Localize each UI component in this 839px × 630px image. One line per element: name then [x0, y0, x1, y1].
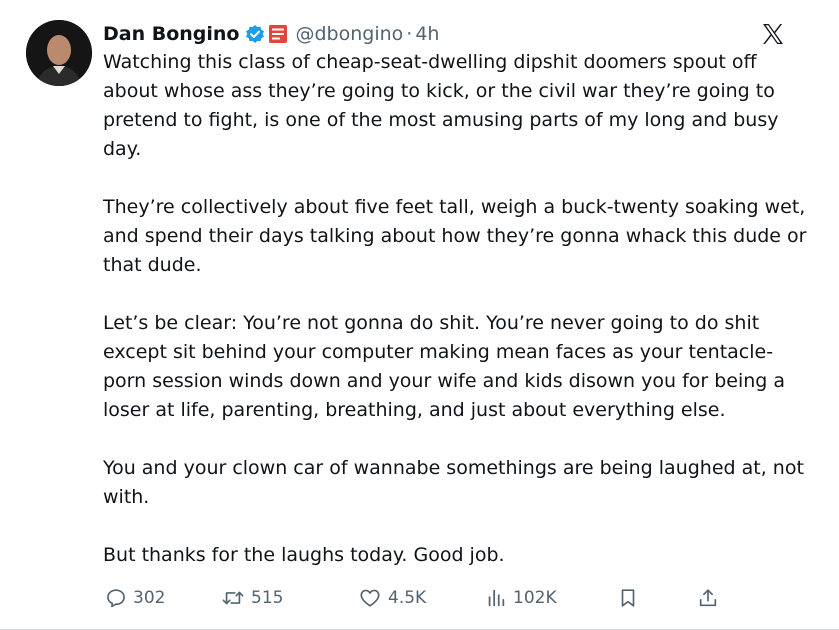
heart-icon	[360, 589, 380, 607]
views-count: 102K	[513, 588, 557, 608]
action-bar: 302 515 4.5K 102K	[101, 583, 731, 613]
tweet-paragraph: They’re collectively about five feet tal…	[103, 196, 807, 276]
separator-dot: ·	[406, 23, 413, 45]
views-button[interactable]: 102K	[485, 583, 557, 613]
bookmark-button[interactable]	[617, 583, 639, 613]
share-icon	[699, 589, 717, 607]
tweet-header: Dan Bongino @dbongino · 4h	[103, 20, 439, 48]
bookmark-icon	[621, 589, 635, 607]
tweet-paragraph: Let’s be clear: You’re not gonna do shit…	[103, 312, 786, 421]
repost-count: 515	[251, 588, 284, 608]
avatar[interactable]	[26, 20, 92, 86]
repost-icon	[222, 591, 244, 605]
author-name[interactable]: Dan Bongino	[103, 23, 240, 45]
affiliate-badge-icon[interactable]	[268, 24, 288, 44]
tweet-paragraph: But thanks for the laughs today. Good jo…	[103, 544, 505, 566]
share-button[interactable]	[697, 583, 719, 613]
tweet-paragraph: You and your clown car of wannabe someth…	[103, 457, 804, 508]
like-button[interactable]: 4.5K	[358, 583, 426, 613]
verified-badge-icon	[245, 24, 265, 44]
x-logo-icon	[761, 22, 785, 46]
author-handle[interactable]: @dbongino	[296, 23, 404, 45]
avatar-image	[26, 20, 92, 86]
like-count: 4.5K	[388, 588, 427, 608]
tweet-text: Watching this class of cheap-seat-dwelli…	[103, 48, 813, 570]
tweet-paragraph: Watching this class of cheap-seat-dwelli…	[103, 51, 779, 160]
tweet-card[interactable]: Dan Bongino @dbongino · 4h Watching this…	[0, 0, 839, 630]
views-icon	[488, 589, 505, 607]
timestamp[interactable]: 4h	[415, 23, 439, 45]
reply-icon	[107, 589, 125, 608]
reply-count: 302	[133, 588, 166, 608]
repost-button[interactable]: 515	[221, 583, 283, 613]
reply-button[interactable]: 302	[105, 583, 165, 613]
